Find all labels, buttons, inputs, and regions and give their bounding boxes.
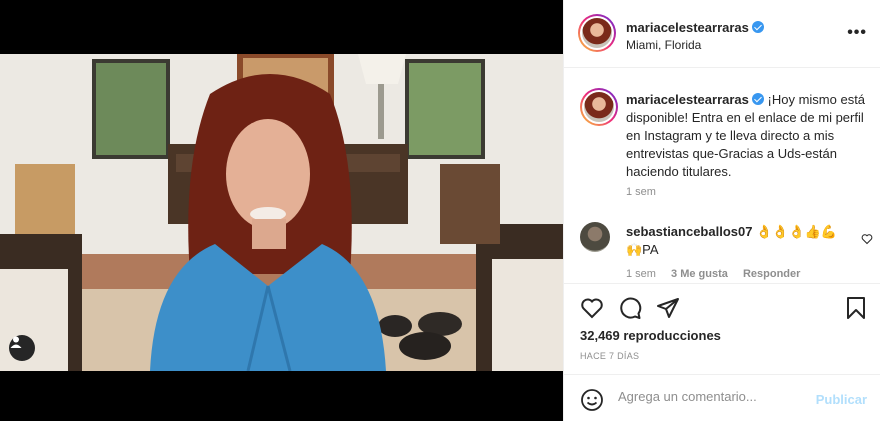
video-player[interactable] (0, 54, 563, 371)
emoji-icon[interactable] (580, 388, 604, 417)
post-panel: mariacelestearraras Miami, Florida ••• m… (563, 0, 880, 421)
publish-button[interactable]: Publicar (816, 392, 867, 407)
post-header: mariacelestearraras Miami, Florida ••• (564, 0, 880, 68)
more-options-icon[interactable]: ••• (847, 24, 867, 42)
commenter-avatar[interactable] (580, 222, 610, 252)
header-username[interactable]: mariacelestearraras (626, 20, 749, 35)
comment-text: sebastianceballos07 👌👌👌👍💪🙌PA (626, 223, 846, 259)
verified-badge-icon (751, 21, 764, 33)
comment-username[interactable]: sebastianceballos07 (626, 224, 752, 239)
bookmark-icon[interactable] (844, 296, 868, 325)
heart-icon[interactable] (580, 296, 604, 325)
user-tag-icon[interactable] (9, 335, 35, 361)
comment-input[interactable] (618, 389, 808, 404)
comment-meta: 1 sem 3 Me gusta Responder (626, 268, 812, 280)
add-comment-section: Publicar (564, 374, 880, 421)
view-count[interactable]: 32,469 reproducciones (580, 328, 721, 343)
post-date: HACE 7 DÍAS (580, 351, 640, 361)
location-link[interactable]: Miami, Florida (626, 38, 701, 52)
divider (564, 283, 880, 284)
verified-badge-icon (751, 93, 764, 105)
post-media[interactable] (0, 0, 563, 421)
caption-time[interactable]: 1 sem (626, 186, 656, 198)
reply-button[interactable]: Responder (743, 268, 800, 280)
comment-icon[interactable] (618, 296, 642, 325)
comment-time[interactable]: 1 sem (626, 268, 656, 280)
caption-avatar[interactable] (580, 88, 618, 126)
share-icon[interactable] (656, 296, 680, 325)
avatar[interactable] (578, 14, 616, 52)
comment-like-icon[interactable] (861, 232, 873, 250)
caption-username[interactable]: mariacelestearraras (626, 92, 749, 107)
caption-text: mariacelestearraras ¡Hoy mismo está disp… (626, 91, 866, 181)
comment-likes[interactable]: 3 Me gusta (671, 268, 728, 280)
video-frame (0, 54, 563, 371)
